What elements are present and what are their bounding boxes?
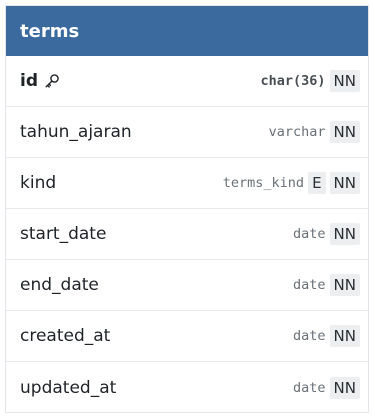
enum-badge: E [308,172,326,194]
key-icon [45,74,59,88]
column-row-start-date[interactable]: start_date date NN [6,209,368,260]
column-row-id[interactable]: id char(36) NN [6,56,368,107]
column-type: varchar [268,124,326,140]
column-row-end-date[interactable]: end_date date NN [6,260,368,311]
column-type: date [293,328,326,344]
column-row-updated-at[interactable]: updated_at date NN [6,362,368,413]
not-null-badge: NN [329,172,360,194]
column-type: date [293,226,326,242]
not-null-badge: NN [329,121,360,143]
table-title[interactable]: terms [6,6,368,56]
not-null-badge: NN [329,70,360,92]
column-name: kind [20,173,57,193]
not-null-badge: NN [329,223,360,245]
not-null-badge: NN [329,376,360,399]
column-name: created_at [20,326,111,346]
column-type: date [293,277,326,293]
entity-table: terms id char(36) NN tahun_ajaran varcha… [5,5,369,413]
column-name: end_date [20,275,99,295]
column-name: updated_at [20,377,117,398]
column-row-tahun-ajaran[interactable]: tahun_ajaran varchar NN [6,107,368,158]
column-name: id [20,71,60,91]
column-type: char(36) [260,73,326,89]
column-row-kind[interactable]: kind terms_kind E NN [6,158,368,209]
column-row-created-at[interactable]: created_at date NN [6,311,368,362]
not-null-badge: NN [329,274,360,296]
column-type: terms_kind [222,175,305,191]
not-null-badge: NN [329,325,360,347]
column-name: start_date [20,224,107,244]
column-name: tahun_ajaran [20,122,132,142]
column-type: date [293,379,326,396]
